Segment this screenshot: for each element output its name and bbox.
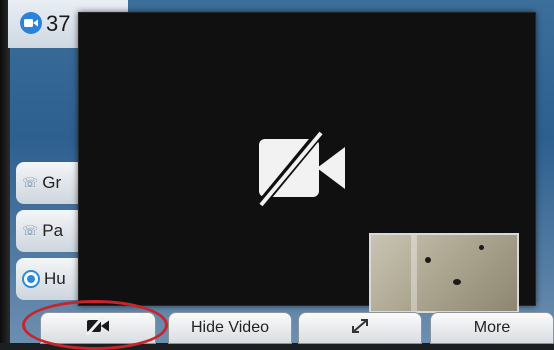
self-view-image-detail bbox=[411, 235, 417, 311]
self-view-image-detail bbox=[453, 279, 461, 285]
phone-icon: ☏ bbox=[22, 175, 39, 190]
list-item-label: Hu bbox=[44, 269, 66, 288]
phone-icon: ☏ bbox=[22, 223, 39, 238]
self-view-thumbnail[interactable] bbox=[369, 233, 519, 313]
self-view-image-detail bbox=[479, 245, 484, 250]
video-window bbox=[78, 12, 536, 313]
radio-selected-icon[interactable] bbox=[22, 270, 40, 288]
camera-off-icon bbox=[249, 125, 359, 214]
more-label: More bbox=[473, 319, 511, 336]
camera-toggle-button[interactable] bbox=[40, 312, 156, 344]
list-item-label: Gr bbox=[42, 173, 62, 192]
camera-off-icon bbox=[85, 315, 111, 340]
self-view-image-detail bbox=[425, 257, 431, 263]
hide-video-button[interactable]: Hide Video bbox=[168, 312, 292, 344]
expand-arrows-icon bbox=[349, 317, 371, 340]
more-button[interactable]: More bbox=[430, 312, 554, 344]
hide-video-label: Hide Video bbox=[191, 319, 269, 336]
device-bezel bbox=[0, 0, 10, 343]
list-item-label: Pa bbox=[42, 221, 64, 240]
fullscreen-button[interactable] bbox=[298, 312, 422, 344]
video-app-icon[interactable] bbox=[20, 12, 42, 34]
header-partial-text: 37 bbox=[46, 11, 71, 36]
